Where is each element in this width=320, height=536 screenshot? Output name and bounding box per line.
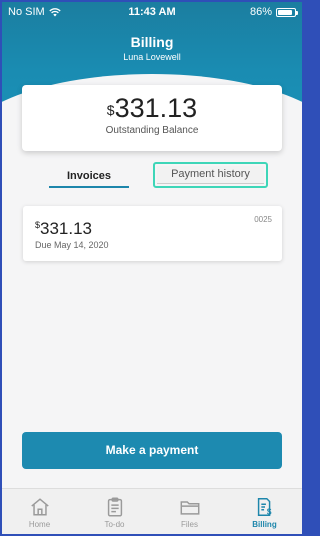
tabbar-files[interactable]: Files (152, 489, 227, 534)
invoice-due-date: Due May 14, 2020 (35, 240, 109, 250)
balance-currency: $ (106, 102, 115, 118)
tab-payment-history-label: Payment history (157, 166, 264, 184)
make-payment-button[interactable]: Make a payment (22, 432, 282, 469)
billing-tabs: Invoices Payment history (2, 162, 302, 192)
patient-name: Luna Lovewell (123, 52, 181, 62)
svg-text:$: $ (266, 507, 271, 516)
tab-payment-history[interactable]: Payment history (153, 162, 268, 188)
invoice-amount: $331.13 (35, 219, 92, 239)
balance-amount: $331.13 (22, 93, 282, 123)
page-header: Billing Luna Lovewell (2, 34, 302, 62)
bottom-tab-bar: Home To-do Files $ Billing (2, 488, 302, 534)
tabbar-files-label: Files (181, 520, 198, 529)
balance-card: $331.13 Outstanding Balance (22, 85, 282, 151)
battery-level (278, 9, 292, 15)
tab-invoices[interactable]: Invoices (49, 166, 129, 188)
clipboard-icon (107, 497, 122, 517)
battery-icon (276, 7, 298, 17)
tabbar-home[interactable]: Home (2, 489, 77, 534)
tabbar-todo-label: To-do (104, 520, 125, 529)
balance-label: Outstanding Balance (105, 125, 199, 136)
invoice-value: 331.13 (40, 219, 93, 238)
battery-percent: 86% (249, 6, 272, 18)
tabbar-billing-label: Billing (252, 520, 277, 529)
invoice-number: 0025 (254, 215, 272, 224)
app-screen: No SIM 11:43 AM 86% Billing Luna Lovewel… (2, 2, 302, 534)
status-right: 86% (249, 6, 298, 18)
tabbar-home-label: Home (28, 520, 51, 529)
billing-icon: $ (257, 498, 271, 516)
page-title: Billing (130, 34, 174, 50)
status-bar: No SIM 11:43 AM 86% (2, 2, 302, 22)
invoice-card[interactable]: $331.13 Due May 14, 2020 0025 (23, 206, 282, 261)
invoice-currency: $ (35, 220, 41, 230)
balance-value: 331.13 (114, 93, 198, 123)
folder-icon (180, 501, 199, 515)
tabbar-billing[interactable]: $ Billing (227, 489, 302, 534)
home-icon (30, 498, 49, 516)
tabbar-todo[interactable]: To-do (77, 489, 152, 534)
